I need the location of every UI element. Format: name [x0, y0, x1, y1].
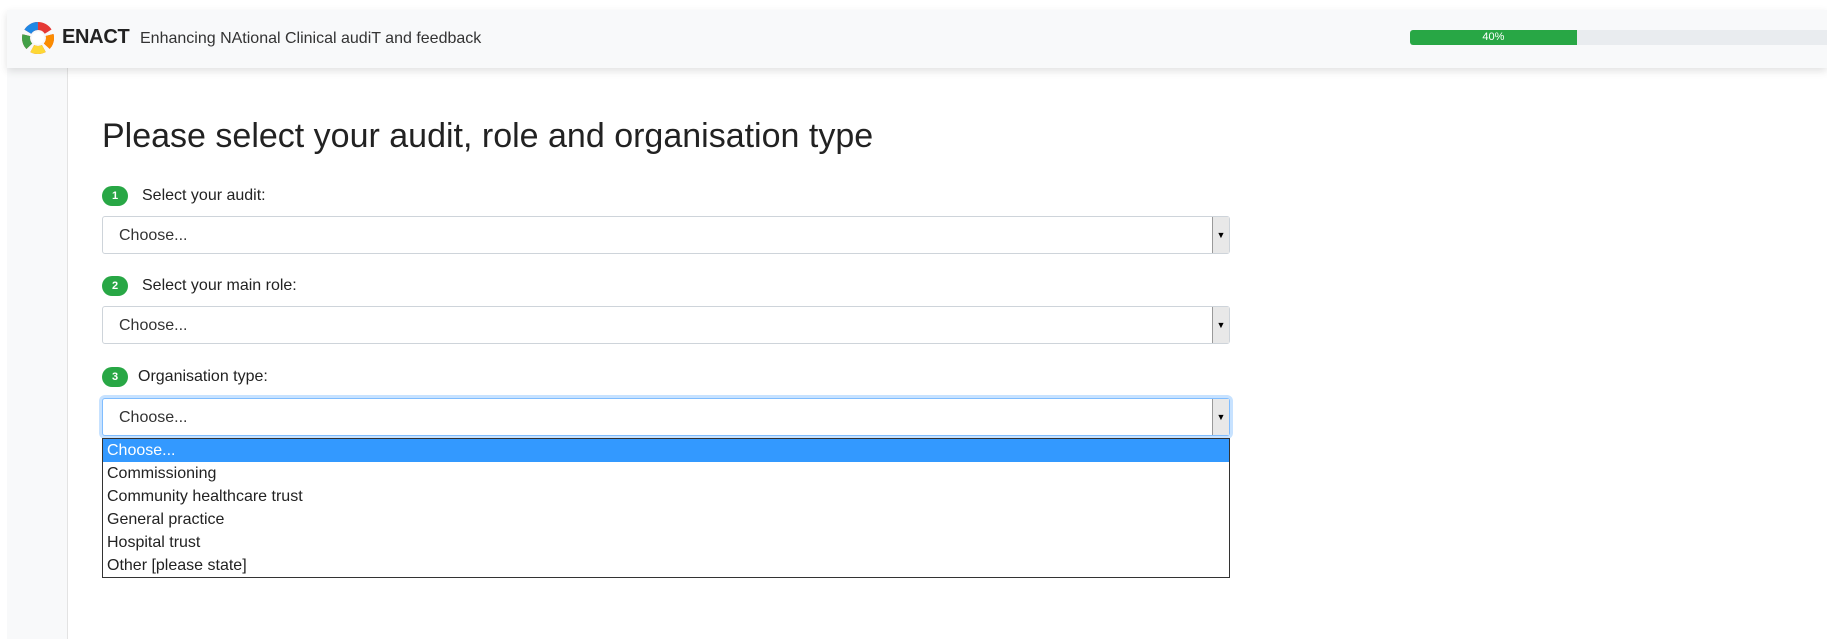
enact-logo-icon [22, 22, 54, 54]
question-audit-label: 1 Select your audit: [102, 185, 266, 207]
audit-select[interactable]: Choose... ▼ [102, 216, 1230, 254]
dropdown-arrow-icon[interactable]: ▼ [1212, 307, 1229, 343]
page-title: Please select your audit, role and organ… [102, 117, 874, 155]
select-value: Choose... [119, 409, 188, 426]
step-badge-2: 2 [102, 276, 128, 296]
question-role-label: 2 Select your main role: [102, 275, 297, 297]
question-text: Select your main role: [142, 277, 297, 294]
dropdown-option[interactable]: Hospital trust [103, 531, 1229, 554]
step-badge-1: 1 [102, 186, 128, 206]
dropdown-option[interactable]: Choose... [103, 439, 1229, 462]
header-bar: ENACT Enhancing NAtional Clinical audiT … [7, 10, 1827, 68]
brand-name: ENACT [62, 26, 130, 48]
question-text: Select your audit: [142, 187, 266, 204]
dropdown-option[interactable]: Other [please state] [103, 554, 1229, 577]
brand-subtitle: Enhancing NAtional Clinical audiT and fe… [140, 30, 482, 47]
dropdown-option[interactable]: Community healthcare trust [103, 485, 1229, 508]
dropdown-arrow-icon[interactable]: ▼ [1212, 217, 1229, 253]
progress-fill: 40% [1410, 30, 1577, 45]
dropdown-option[interactable]: Commissioning [103, 462, 1229, 485]
select-value: Choose... [119, 317, 188, 334]
step-badge-3: 3 [102, 367, 128, 387]
progress-bar: 40% [1410, 30, 1827, 45]
dropdown-option[interactable]: General practice [103, 508, 1229, 531]
question-text: Organisation type: [138, 368, 268, 385]
question-org-type-label: 3 Organisation type: [102, 366, 268, 388]
dropdown-arrow-icon[interactable]: ▼ [1212, 399, 1229, 435]
role-select[interactable]: Choose... ▼ [102, 306, 1230, 344]
select-value: Choose... [119, 227, 188, 244]
org-type-select[interactable]: Choose... ▼ [102, 398, 1230, 436]
org-type-dropdown-list: Choose... Commissioning Community health… [102, 438, 1230, 578]
left-sidebar [7, 68, 68, 639]
